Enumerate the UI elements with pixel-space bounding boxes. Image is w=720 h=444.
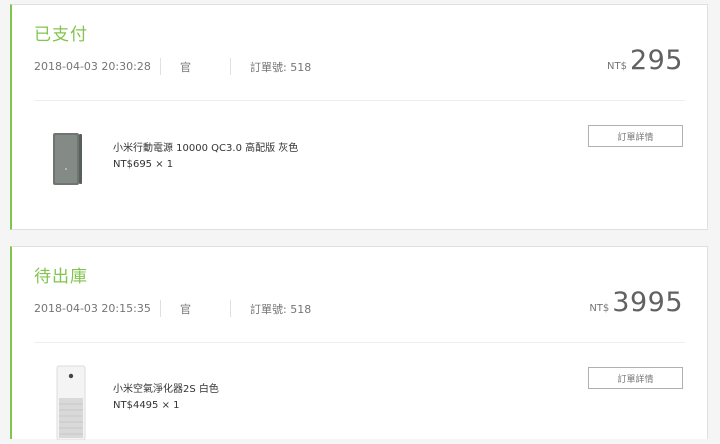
order-date: 2018-04-03 20:30:28: [34, 60, 151, 73]
order-purchaser: 官: [180, 60, 191, 74]
order-number: 訂單號: 518: [250, 60, 312, 74]
order-meta: 2018-04-03 20:30:28 官 訂單號: 518: [34, 58, 311, 75]
total-amount: 3995: [612, 287, 683, 318]
total-amount: 295: [629, 45, 683, 76]
meta-divider: [230, 300, 231, 317]
order-details-button[interactable]: 訂單詳情: [588, 367, 683, 389]
order-card: 待出庫 2018-04-03 20:15:35 官 訂單號: 518 NT$ 3…: [10, 246, 708, 441]
currency-label: NT$: [589, 303, 610, 314]
order-total: NT$ 3995: [589, 287, 683, 318]
meta-divider: [230, 58, 231, 75]
power-bank-image[interactable]: [49, 131, 89, 189]
item-name[interactable]: 小米空氣淨化器2S 白色: [113, 382, 219, 398]
order-status: 待出庫: [34, 267, 88, 287]
order-status: 已支付: [34, 25, 88, 45]
item-price-qty: NT$695 × 1: [113, 159, 174, 170]
item-info: 小米空氣淨化器2S 白色 NT$4495 × 1: [113, 382, 219, 414]
order-purchaser: 官: [180, 302, 191, 316]
air-purifier-image[interactable]: [49, 364, 93, 441]
meta-divider: [160, 300, 161, 317]
divider: [34, 100, 685, 101]
order-meta: 2018-04-03 20:15:35 官 訂單號: 518: [34, 300, 311, 317]
item-price-qty: NT$4495 × 1: [113, 400, 180, 411]
order-date: 2018-04-03 20:15:35: [34, 302, 151, 315]
order-card: 已支付 2018-04-03 20:30:28 官 訂單號: 518 NT$ 2…: [10, 4, 708, 230]
order-number: 訂單號: 518: [250, 302, 312, 316]
divider: [34, 342, 685, 343]
currency-label: NT$: [607, 61, 627, 72]
order-details-button[interactable]: 訂單詳情: [588, 125, 683, 147]
order-total: NT$ 295: [607, 45, 683, 76]
item-name[interactable]: 小米行動電源 10000 QC3.0 高配版 灰色: [113, 141, 298, 157]
meta-divider: [160, 58, 161, 75]
item-info: 小米行動電源 10000 QC3.0 高配版 灰色 NT$695 × 1: [113, 141, 298, 173]
